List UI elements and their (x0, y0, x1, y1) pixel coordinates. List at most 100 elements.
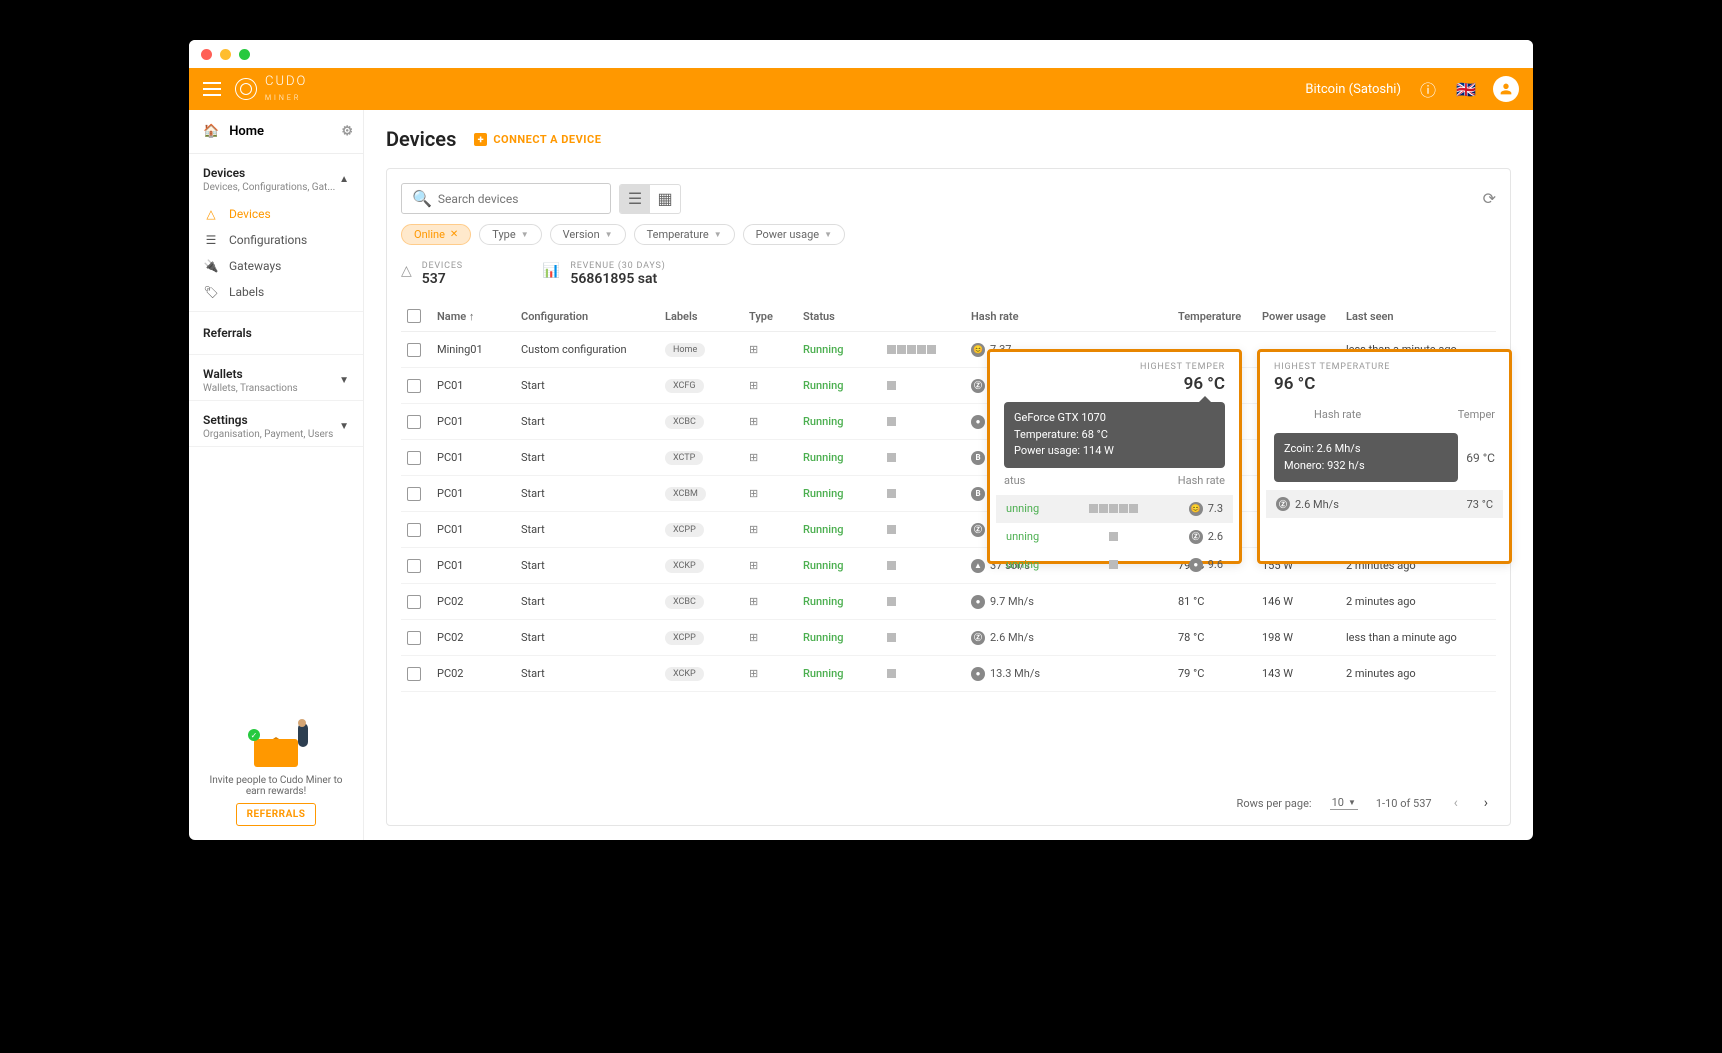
table-row[interactable]: PC01StartXCBM⊞RunningB 14 sol/s58 °C0 W2… (401, 476, 1496, 512)
gateway-icon: 🔌 (203, 259, 219, 273)
table-row[interactable]: PC01StartXCFG⊞RunningⓏ 2.6 Mh/s2 minutes… (401, 368, 1496, 404)
windows-icon: ⊞ (749, 487, 799, 500)
view-toggle: ☰ ▦ (619, 184, 681, 214)
table-row[interactable]: PC01StartXCPP⊞RunningⓏ 2.6 Mh/s77 °C201 … (401, 512, 1496, 548)
cell-hashrate: ● 9.6 (971, 415, 1081, 429)
sidebar-section-settings[interactable]: Settings Organisation, Payment, Users ▼ (189, 401, 363, 447)
table-row[interactable]: PC01StartXCTP⊞RunningB 5 sol/s67 °C27.7 … (401, 440, 1496, 476)
col-labels[interactable]: Labels (665, 310, 745, 323)
select-all-checkbox[interactable] (407, 309, 421, 323)
chevron-down-icon: ▼ (339, 375, 349, 386)
label-badge: XCBC (665, 415, 704, 429)
sidebar-section-wallets[interactable]: Wallets Wallets, Transactions ▼ (189, 355, 363, 401)
row-checkbox[interactable] (407, 487, 421, 501)
coin-icon: ▲ (971, 559, 985, 573)
sidebar-item-devices[interactable]: △Devices (203, 201, 349, 227)
cell-lastseen: 2 minutes ago (1346, 451, 1496, 464)
rows-per-page-select[interactable]: 10 ▼ (1330, 796, 1358, 810)
row-checkbox[interactable] (407, 559, 421, 573)
cell-status: Running (803, 379, 883, 392)
sidebar-item-configurations[interactable]: ☰Configurations (203, 227, 349, 253)
close-icon[interactable]: ✕ (450, 229, 458, 240)
devices-section-toggle[interactable]: Devices Devices, Configurations, Gat... … (203, 166, 349, 193)
col-temp[interactable]: Temperature (1178, 310, 1258, 323)
row-checkbox[interactable] (407, 595, 421, 609)
minimize-window[interactable] (220, 49, 231, 60)
cell-hashrate: Ⓩ 2.6 Mh/s (971, 523, 1081, 537)
cell-config: Start (521, 631, 661, 644)
close-window[interactable] (201, 49, 212, 60)
search-input[interactable] (438, 192, 600, 206)
sidebar-home[interactable]: 🏠 Home ⚙ (189, 110, 363, 154)
list-view-button[interactable]: ☰ (620, 185, 650, 213)
row-checkbox[interactable] (407, 451, 421, 465)
cell-name: PC02 (437, 667, 517, 680)
menu-icon[interactable] (203, 82, 221, 96)
maximize-window[interactable] (239, 49, 250, 60)
cell-name: PC01 (437, 559, 517, 572)
table-row[interactable]: PC01StartXCKP⊞Running▲ 37 sol/s79 °C155 … (401, 548, 1496, 584)
language-flag[interactable]: 🇬🇧 (1455, 78, 1477, 100)
cell-name: PC01 (437, 487, 517, 500)
cell-hashrate: B 14 sol/s (971, 487, 1081, 501)
table-row[interactable]: PC02StartXCPP⊞RunningⓏ 2.6 Mh/s78 °C198 … (401, 620, 1496, 656)
col-hashrate[interactable]: Hash rate (971, 310, 1081, 323)
chevron-up-icon: ▲ (339, 174, 349, 185)
cell-power: 143 W (1262, 667, 1342, 680)
filter-version[interactable]: Version▼ (550, 224, 626, 245)
cell-hashrate: 😊 7.37 (971, 343, 1081, 357)
sidebar-section-devices: Devices Devices, Configurations, Gat... … (189, 154, 363, 312)
account-avatar[interactable] (1493, 76, 1519, 102)
row-checkbox[interactable] (407, 523, 421, 537)
row-checkbox[interactable] (407, 379, 421, 393)
refresh-icon[interactable]: ⟳ (1483, 189, 1496, 208)
col-name[interactable]: Name ↑ (437, 310, 517, 323)
grid-view-button[interactable]: ▦ (650, 185, 680, 213)
filter-power[interactable]: Power usage▼ (743, 224, 845, 245)
sidebar-item-gateways[interactable]: 🔌Gateways (203, 253, 349, 279)
row-checkbox[interactable] (407, 631, 421, 645)
row-checkbox[interactable] (407, 343, 421, 357)
filter-temperature[interactable]: Temperature▼ (634, 224, 735, 245)
filter-type[interactable]: Type▼ (479, 224, 541, 245)
col-config[interactable]: Configuration (521, 310, 661, 323)
triangle-icon: △ (203, 207, 219, 221)
row-checkbox[interactable] (407, 667, 421, 681)
connect-device-button[interactable]: + CONNECT A DEVICE (474, 133, 601, 146)
cell-name: PC01 (437, 415, 517, 428)
currency-selector[interactable]: Bitcoin (Satoshi) (1305, 82, 1401, 97)
devices-section-subtitle: Devices, Configurations, Gat... (203, 182, 335, 193)
cell-config: Start (521, 487, 661, 500)
col-power[interactable]: Power usage (1262, 310, 1342, 323)
home-label: Home (229, 124, 264, 139)
referrals-button[interactable]: REFERRALS (236, 803, 317, 826)
row-checkbox[interactable] (407, 415, 421, 429)
cell-lastseen: 2 minutes ago (1346, 487, 1496, 500)
help-icon[interactable]: ⓘ (1417, 78, 1439, 100)
table-row[interactable]: Mining01Custom configurationHome⊞Running… (401, 332, 1496, 368)
table-header: Name ↑ Configuration Labels Type Status … (401, 301, 1496, 332)
sidebar-item-labels[interactable]: 🏷Labels (203, 279, 349, 305)
table-row[interactable]: PC02StartXCKP⊞Running● 13.3 Mh/s79 °C143… (401, 656, 1496, 692)
search-input-wrapper[interactable]: 🔍 (401, 183, 611, 214)
next-page-button[interactable]: › (1480, 795, 1492, 811)
cell-config: Start (521, 559, 661, 572)
cell-temp: 77 °C (1178, 523, 1258, 536)
cell-status: Running (803, 631, 883, 644)
prev-page-button[interactable]: ‹ (1450, 795, 1462, 811)
cell-cores (887, 453, 967, 462)
cell-config: Start (521, 451, 661, 464)
stat-revenue: 📊 REVENUE (30 DAYS)56861895 sat (543, 261, 666, 287)
col-lastseen[interactable]: Last seen (1346, 310, 1496, 323)
table-row[interactable]: PC02StartXCBC⊞Running● 9.7 Mh/s81 °C146 … (401, 584, 1496, 620)
sidebar-referrals[interactable]: Referrals (189, 312, 363, 355)
table-row[interactable]: PC01StartXCBC⊞Running● 9.62 minutes ago (401, 404, 1496, 440)
plus-icon: + (474, 133, 487, 146)
filter-online[interactable]: Online✕ (401, 224, 471, 245)
cell-name: Mining01 (437, 343, 517, 356)
col-status[interactable]: Status (803, 310, 883, 323)
cell-lastseen: 2 minutes ago (1346, 523, 1496, 536)
gear-icon[interactable]: ⚙ (341, 124, 353, 139)
stat-devices: △ DEVICES537 (401, 261, 463, 287)
col-type[interactable]: Type (749, 310, 799, 323)
